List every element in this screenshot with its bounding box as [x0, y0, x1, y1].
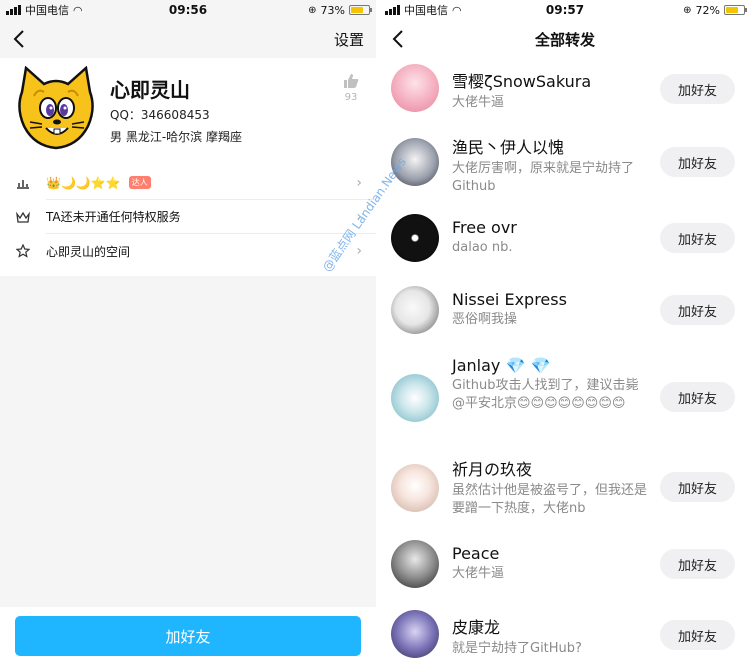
avatar[interactable]	[16, 66, 96, 150]
star-icon	[0, 244, 46, 258]
wifi-icon: ◠	[452, 3, 462, 17]
signal-icon	[385, 5, 400, 15]
add-friend-button[interactable]: 加好友	[660, 549, 735, 579]
user-name[interactable]: Peace	[452, 544, 651, 563]
user-name[interactable]: 祈月の玖夜	[452, 456, 651, 480]
avatar[interactable]	[391, 610, 439, 658]
add-friend-button[interactable]: 加好友	[660, 74, 735, 104]
crown-icon	[0, 211, 46, 223]
forward-comment: 大佬厉害啊，原来就是宁劫持了Github	[452, 161, 635, 194]
battery-fill	[351, 7, 364, 13]
profile-qq: QQ：346608453	[110, 108, 210, 122]
chevron-right-icon: ›	[356, 243, 362, 259]
add-friend-button[interactable]: 加好友	[15, 616, 361, 656]
back-button[interactable]	[379, 20, 417, 58]
add-friend-button[interactable]: 加好友	[660, 472, 735, 502]
add-friend-button[interactable]: 加好友	[660, 147, 735, 177]
forward-comment: Github攻击人找到了，建议击毙@平安北京😊😊😊😊😊😊😊😊	[452, 378, 639, 411]
user-name[interactable]: 皮康龙	[452, 614, 651, 638]
add-friend-button[interactable]: 加好友	[660, 295, 735, 325]
signal-icon	[6, 5, 21, 15]
profile-card: 心即灵山 QQ：346608453 男 黑龙江-哈尔滨 摩羯座 93	[0, 58, 376, 166]
menu-item-level[interactable]: 👑🌙🌙⭐⭐ 达人 ›	[0, 166, 376, 200]
battery-percent: 72%	[695, 3, 720, 17]
battery-fill	[726, 7, 739, 13]
rotation-lock-icon: ⊕	[308, 4, 317, 16]
forward-comment: 就是宁劫持了GitHub?	[452, 641, 582, 656]
rotation-lock-icon: ⊕	[683, 4, 692, 16]
battery-percent: 73%	[320, 3, 345, 17]
battery-icon	[349, 5, 372, 15]
avatar[interactable]	[391, 464, 439, 512]
avatar[interactable]	[391, 286, 439, 334]
menu-item-label: TA还未开通任何特权服务	[46, 200, 376, 234]
add-friend-button[interactable]: 加好友	[660, 620, 735, 650]
talent-badge: 达人	[128, 176, 151, 189]
user-name[interactable]: Nissei Express	[452, 290, 651, 309]
avatar[interactable]	[391, 64, 439, 112]
screenshot-composite: 中国电信 ◠ 09:56 ⊕ 73% 设置 心即灵山 QQ：346608453 …	[0, 0, 751, 665]
forwards-screen: 中国电信 ◠ 09:57 ⊕ 72% 全部转发 雪樱ζSnowSakura 大佬…	[379, 0, 751, 665]
level-badges: 👑🌙🌙⭐⭐	[46, 175, 121, 190]
forward-comment: 虽然估计他是被盗号了，但我还是要蹭一下热度，大佬nb	[452, 483, 648, 516]
status-bar: 中国电信 ◠ 09:56 ⊕ 73%	[0, 0, 376, 20]
like-count: 93	[344, 92, 358, 103]
settings-button[interactable]: 设置	[334, 29, 364, 50]
forward-comment: dalao nb.	[452, 240, 513, 255]
carrier-label: 中国电信	[404, 4, 448, 17]
avatar[interactable]	[391, 214, 439, 262]
user-name[interactable]: Free ovr	[452, 218, 651, 237]
avatar[interactable]	[391, 540, 439, 588]
battery-icon	[724, 5, 747, 15]
status-bar: 中国电信 ◠ 09:57 ⊕ 72%	[379, 0, 751, 20]
user-name[interactable]: 渔民丶伊人以愧	[452, 134, 651, 158]
profile-menu: 👑🌙🌙⭐⭐ 达人 › TA还未开通任何特权服务 › 心即灵山的空间 ›	[0, 166, 376, 276]
thumbs-up-icon	[344, 74, 359, 88]
forward-comment: 大佬牛逼	[452, 566, 505, 581]
level-icon	[0, 177, 46, 189]
profile-nickname: 心即灵山	[110, 78, 190, 102]
forward-comment: 大佬牛逼	[452, 95, 505, 110]
user-name[interactable]: Janlay 💎 💎	[452, 356, 651, 375]
chevron-left-icon	[392, 30, 403, 48]
back-button[interactable]	[0, 20, 38, 58]
add-friend-button[interactable]: 加好友	[660, 382, 735, 412]
avatar[interactable]	[391, 374, 439, 422]
menu-item-privilege[interactable]: TA还未开通任何特权服务 ›	[0, 200, 376, 234]
page-title: 全部转发	[534, 30, 595, 49]
profile-meta: 男 黑龙江-哈尔滨 摩羯座	[110, 130, 242, 144]
forward-comment: 恶俗啊我操	[452, 312, 518, 327]
bottom-bar: 加好友	[0, 607, 376, 665]
add-friend-button[interactable]: 加好友	[660, 223, 735, 253]
nav-bar: 设置	[0, 20, 376, 58]
nav-bar: 全部转发	[379, 20, 751, 58]
profile-screen: 中国电信 ◠ 09:56 ⊕ 73% 设置 心即灵山 QQ：346608453 …	[0, 0, 376, 665]
chevron-right-icon: ›	[356, 175, 362, 191]
like-button[interactable]: 93	[342, 72, 360, 103]
chevron-left-icon	[13, 30, 24, 48]
wifi-icon: ◠	[73, 3, 83, 17]
user-name[interactable]: 雪樱ζSnowSakura	[452, 68, 651, 92]
carrier-label: 中国电信	[25, 4, 69, 17]
